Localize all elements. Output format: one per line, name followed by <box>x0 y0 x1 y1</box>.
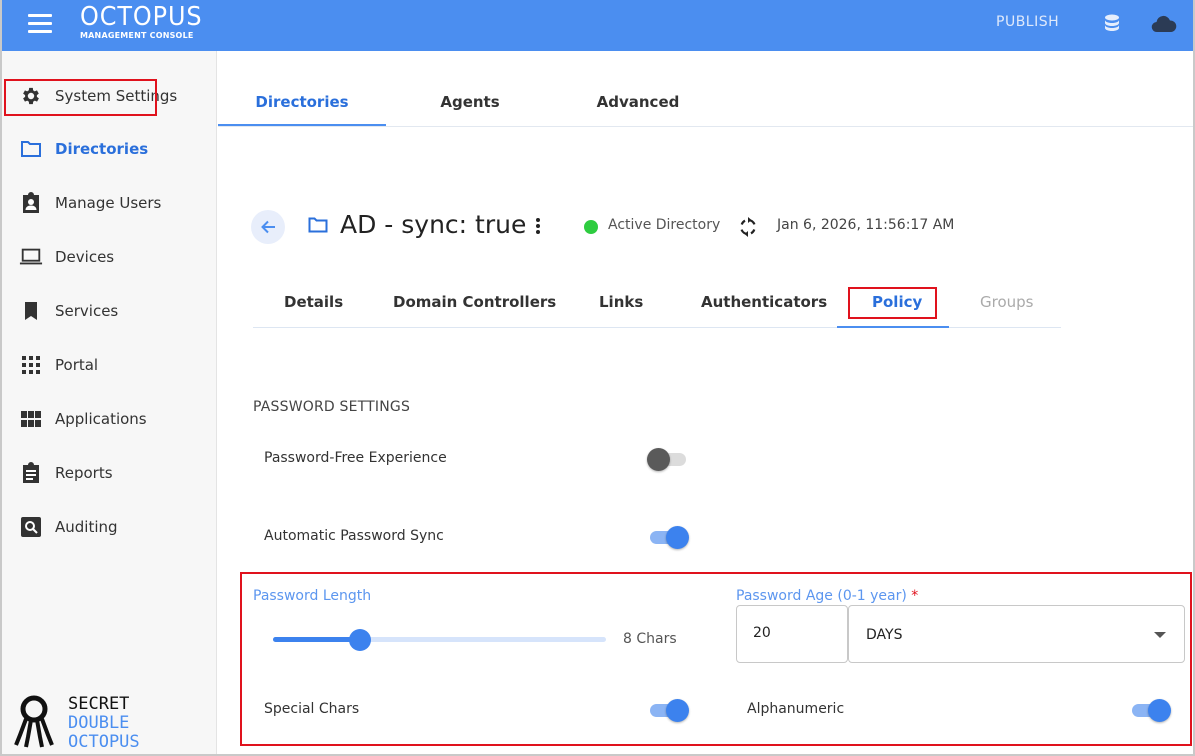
tab-label: Agents <box>440 93 500 111</box>
logo-line-2: DOUBLE <box>68 713 130 733</box>
grid-icon <box>19 353 43 377</box>
octopus-icon <box>14 695 54 748</box>
directory-sub-tabs: Details Domain Controllers Links Authent… <box>253 281 1061 328</box>
database-icon[interactable] <box>1104 14 1120 38</box>
select-value: DAYS <box>866 627 903 643</box>
sidebar-item-label: Applications <box>55 410 147 428</box>
password-age-unit-select[interactable]: DAYS <box>848 605 1185 663</box>
apps-icon <box>19 407 43 431</box>
password-length-label: Password Length <box>253 588 372 604</box>
sidebar-item-label: Reports <box>55 464 113 482</box>
auto-sync-label: Automatic Password Sync <box>264 528 444 544</box>
password-age-label-text: Password Age (0-1 year) <box>736 588 907 604</box>
section-title: PASSWORD SETTINGS <box>253 399 411 415</box>
sidebar-item-directories[interactable]: Directories <box>2 127 217 171</box>
folder-icon <box>308 217 328 237</box>
sidebar-item-reports[interactable]: Reports <box>2 451 217 495</box>
top-bar: OCTOPUS MANAGEMENT CONSOLE PUBLISH <box>0 0 1195 51</box>
sidebar-item-auditing[interactable]: Auditing <box>2 505 217 549</box>
user-badge-icon <box>19 191 43 215</box>
bookmark-icon <box>19 299 43 323</box>
tab-links[interactable]: Links <box>599 293 643 311</box>
special-chars-label: Special Chars <box>264 701 360 717</box>
password-free-label: Password-Free Experience <box>264 450 447 466</box>
cloud-icon[interactable] <box>1151 14 1177 38</box>
alphanumeric-label: Alphanumeric <box>747 701 845 717</box>
toggle-knob <box>666 526 689 549</box>
sidebar-item-manage-users[interactable]: Manage Users <box>2 181 217 225</box>
toggle-knob <box>666 699 689 722</box>
logo-wordmark: SECRET DOUBLE OCTOPUS <box>68 695 140 752</box>
arrow-left-icon <box>261 220 275 234</box>
main-content: Directories Agents Advanced AD - sync: t… <box>218 51 1193 756</box>
sidebar-item-label: Devices <box>55 248 115 266</box>
toggle-knob <box>647 448 670 471</box>
tab-groups: Groups <box>980 293 1034 311</box>
logo-line-3: OCTOPUS <box>68 732 140 752</box>
slider-thumb[interactable] <box>348 629 371 651</box>
logo-line-1: SECRET <box>68 694 130 714</box>
publish-button[interactable]: PUBLISH <box>996 14 1059 30</box>
sync-icon[interactable] <box>739 217 757 241</box>
menu-icon[interactable] <box>28 14 52 34</box>
password-length-value: 8 Chars <box>623 631 677 647</box>
alphanumeric-toggle[interactable] <box>1129 698 1171 722</box>
password-length-slider[interactable] <box>273 629 606 651</box>
sidebar-item-label: Manage Users <box>55 194 162 212</box>
special-chars-toggle[interactable] <box>647 698 689 722</box>
required-mark: * <box>911 588 919 604</box>
back-button[interactable] <box>251 210 285 244</box>
password-age-input[interactable]: 20 <box>736 605 848 663</box>
active-tab-indicator <box>218 124 386 126</box>
folder-icon <box>19 137 43 161</box>
sidebar-item-services[interactable]: Services <box>2 289 217 333</box>
chevron-down-icon <box>1154 632 1166 638</box>
brand-logo[interactable]: OCTOPUS MANAGEMENT CONSOLE <box>80 2 213 40</box>
tab-agents[interactable]: Agents <box>386 93 554 111</box>
tab-directories[interactable]: Directories <box>218 93 386 126</box>
more-options-icon[interactable] <box>534 217 542 239</box>
secret-double-octopus-logo: SECRET DOUBLE OCTOPUS <box>14 695 154 755</box>
tab-advanced[interactable]: Advanced <box>554 93 722 111</box>
auto-sync-toggle[interactable] <box>647 525 689 549</box>
slider-fill <box>273 637 360 642</box>
top-tabs: Directories Agents Advanced <box>218 87 1193 127</box>
sidebar: System Settings Directories Manage Users… <box>2 51 217 756</box>
password-age-label: Password Age (0-1 year) * <box>736 588 918 604</box>
tab-label: Directories <box>255 93 349 111</box>
status-dot-icon <box>584 220 598 234</box>
directories-highlight-box <box>4 79 157 116</box>
directory-status: Active Directory <box>608 217 721 233</box>
tab-details[interactable]: Details <box>284 293 343 311</box>
search-icon <box>19 515 43 539</box>
brand-title: OCTOPUS <box>80 2 203 32</box>
sidebar-item-label: Auditing <box>55 518 118 536</box>
clipboard-icon <box>19 461 43 485</box>
toggle-knob <box>1148 699 1171 722</box>
sidebar-item-portal[interactable]: Portal <box>2 343 217 387</box>
tab-authenticators[interactable]: Authenticators <box>701 293 827 311</box>
laptop-icon <box>19 245 43 269</box>
sidebar-item-label: Directories <box>55 140 149 158</box>
sidebar-item-label: Portal <box>55 356 99 374</box>
policy-highlight-box <box>848 287 937 319</box>
active-tab-indicator <box>837 326 949 328</box>
directory-title: AD - sync: true <box>340 210 527 239</box>
tab-domain-controllers[interactable]: Domain Controllers <box>393 293 556 311</box>
brand-subtitle: MANAGEMENT CONSOLE <box>80 31 194 40</box>
tab-label: Advanced <box>596 93 680 111</box>
sidebar-item-label: Services <box>55 302 119 320</box>
sidebar-item-devices[interactable]: Devices <box>2 235 217 279</box>
password-free-toggle[interactable] <box>647 447 689 471</box>
last-sync-timestamp: Jan 6, 2026, 11:56:17 AM <box>777 217 955 233</box>
sidebar-item-applications[interactable]: Applications <box>2 397 217 441</box>
